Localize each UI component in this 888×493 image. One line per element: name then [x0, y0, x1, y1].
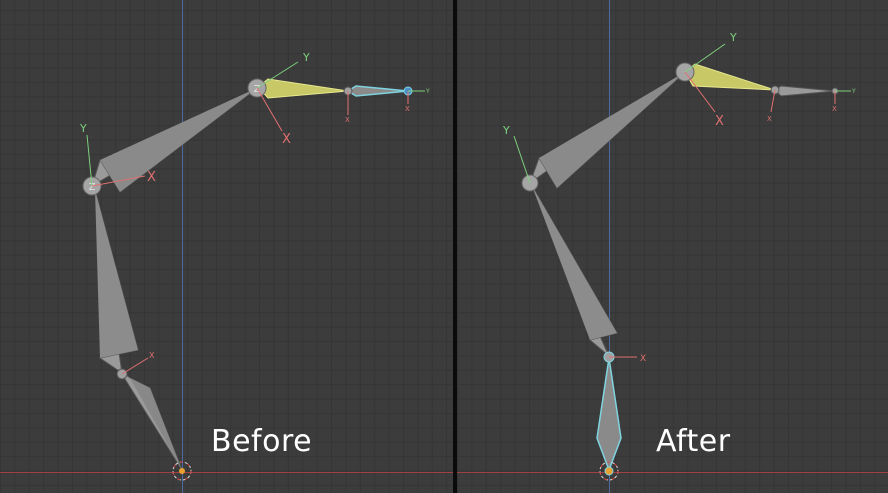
bone-upper-arm[interactable]	[528, 71, 686, 189]
axis-y-label: Y	[502, 124, 510, 137]
viewport-before[interactable]: Z Z Y X Y X X X X Y Before	[0, 0, 453, 493]
bone-upper-arm[interactable]	[91, 87, 258, 193]
axis-x-label: X	[345, 116, 350, 124]
joint-z-label: Z	[254, 84, 261, 95]
before-caption: Before	[211, 424, 313, 459]
axis-y-label: Y	[79, 122, 87, 135]
axis-y-label: Y	[302, 51, 310, 64]
axis-y-label: Y	[425, 88, 430, 95]
bone-forearm[interactable]	[94, 189, 139, 375]
axis-x-label: X	[405, 105, 410, 113]
bone-root-selected[interactable]	[596, 357, 622, 473]
bone-root[interactable]	[117, 367, 183, 471]
axis-x-label: X	[715, 114, 724, 129]
axis-x-label: X	[767, 115, 772, 123]
axis-x-label: X	[832, 105, 837, 113]
bone-finger[interactable]	[774, 85, 836, 97]
axis-y-label: Y	[729, 31, 737, 44]
axis-x-label: X	[640, 354, 646, 364]
origin-cursor-icon[interactable]	[172, 461, 192, 481]
bone-finger-selected[interactable]	[346, 85, 409, 97]
axis-x-label: X	[282, 132, 291, 147]
after-caption: After	[656, 424, 731, 459]
armature-before[interactable]: Z Z Y X Y X X X X Y	[0, 0, 453, 493]
bone-hand-active[interactable]	[257, 78, 349, 99]
axis-x-label: X	[149, 351, 155, 360]
viewport-after[interactable]: Y Y X X X X Y After	[457, 0, 888, 493]
bone-forearm[interactable]	[531, 185, 618, 357]
bone-hand-active[interactable]	[684, 63, 776, 91]
axis-y-line	[513, 135, 531, 184]
axis-y-label: Y	[851, 88, 856, 95]
axis-x-label: X	[147, 170, 156, 185]
axis-x-line	[121, 357, 149, 375]
armature-after[interactable]: Y Y X X X X Y	[457, 0, 888, 493]
